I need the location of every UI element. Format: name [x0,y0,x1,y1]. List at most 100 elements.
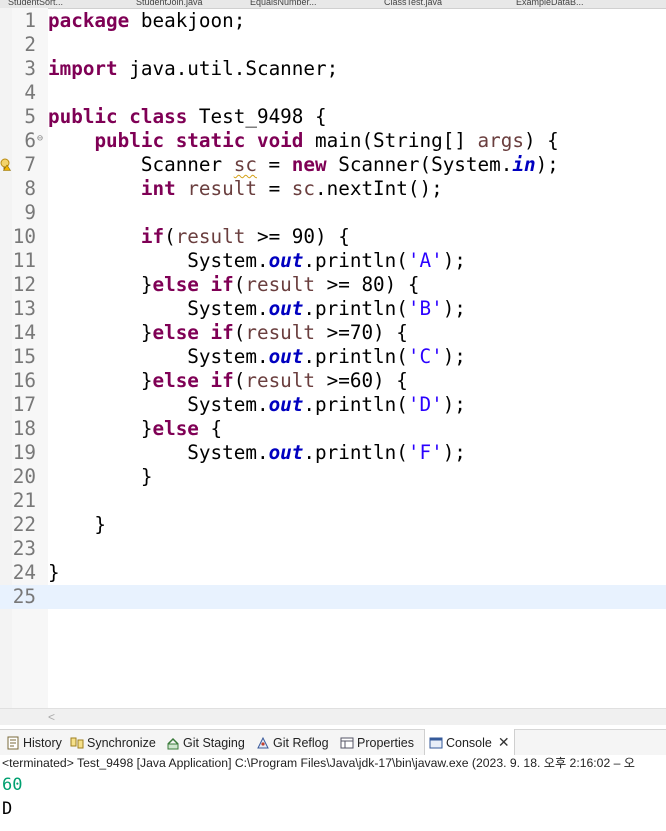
code-token: static [175,129,246,152]
synchronize-icon [70,736,87,750]
code-token: >= 90) { [245,225,350,248]
code-token: ); [442,393,466,416]
code-token: ); [535,153,559,176]
warning-lightbulb-icon[interactable] [0,158,11,171]
tab-properties[interactable]: Properties [340,730,414,756]
line-number: 18 [12,417,36,440]
tab-git-reflog[interactable]: Git Reflog [256,730,329,756]
fold-collapse-icon[interactable]: ⊖ [37,129,43,149]
tab-label: Git Reflog [273,736,329,750]
code-line[interactable]: 10 if(result >= 90) { [0,225,666,249]
line-number: 20 [12,465,36,488]
tab-git-staging[interactable]: Git Staging [166,730,245,756]
close-icon[interactable]: ✕ [498,729,510,755]
code-token: >= 80) { [315,273,420,296]
tab-console[interactable]: Console ✕ [424,729,515,756]
code-line[interactable]: 20 } [0,465,666,489]
code-token: = [256,153,292,176]
code-line[interactable]: 9 [0,201,666,225]
code-token: if [210,273,234,296]
code-line[interactable]: 12 }else if(result >= 80) { [0,273,666,297]
code-text: } [48,513,106,537]
line-number: 13 [12,297,36,320]
editor-tab[interactable]: StudentSort... [8,0,63,8]
code-line[interactable]: 7 Scanner sc = new Scanner(System.in); [0,153,666,177]
tab-history[interactable]: History [6,730,62,756]
code-token: beakjoon; [129,9,246,32]
code-line[interactable]: 17 System.out.println('D'); [0,393,666,417]
current-line[interactable]: 25 [0,585,666,609]
line-number: 24 [12,561,36,584]
code-line[interactable]: 16 }else if(result >=60) { [0,369,666,393]
code-line[interactable]: 3 import java.util.Scanner; [0,57,666,81]
tab-label: Console [446,736,492,750]
code-line[interactable]: 24} [0,561,666,585]
code-token: ); [442,345,466,368]
code-token: public [94,129,165,152]
horizontal-scrollbar[interactable]: < [0,708,666,725]
code-token: result [175,225,246,248]
code-line[interactable]: 18 }else { [0,417,666,441]
code-text: public static void main(String[] args) { [48,129,558,153]
code-token: out [268,249,304,272]
code-text: System.out.println('C'); [48,345,466,369]
code-text: package beakjoon; [48,9,245,33]
code-line[interactable]: 21 [0,489,666,513]
code-line[interactable]: 22 } [0,513,666,537]
code-token: result [187,177,257,200]
code-token: else [152,369,199,392]
code-token: class [129,105,188,128]
code-line[interactable]: 2 [0,33,666,57]
code-line[interactable]: 15 System.out.println('C'); [0,345,666,369]
code-token: .println( [303,249,408,272]
line-number: 10 [12,225,36,248]
scroll-left-icon[interactable]: < [48,709,55,725]
git-reflog-icon [256,736,273,750]
code-editor[interactable]: StudentSort... StudentJoin.java EqualsNumb… [0,0,666,708]
line-number: 2 [24,33,36,56]
code-line[interactable]: 6 ⊖ public static void main(String[] args… [0,129,666,153]
console-view[interactable]: <terminated> Test_9498 [Java Application… [0,755,666,831]
editor-tab[interactable]: ClassTest.java [384,0,442,8]
properties-icon [340,736,357,750]
code-token: ); [442,297,466,320]
code-token: System. [48,441,269,464]
console-status-line: <terminated> Test_9498 [Java Application… [2,756,635,770]
code-line[interactable]: 23 [0,537,666,561]
code-line[interactable]: 19 System.out.println('F'); [0,441,666,465]
code-text: }else if(result >=60) { [48,369,408,393]
code-line[interactable]: 5 public class Test_9498 { [0,105,666,129]
code-token: sc [233,153,257,176]
code-token: import [48,57,118,80]
editor-tab[interactable]: ExampleDataB... [516,0,584,8]
code-token: Test_9498 { [187,105,327,128]
code-token: { [198,417,223,440]
code-token: out [268,393,304,416]
code-token: ( [164,225,176,248]
code-text: System.out.println('A'); [48,249,466,273]
line-number: 22 [12,513,36,536]
code-token: else [152,321,199,344]
editor-tab[interactable]: EqualsNumber... [250,0,317,8]
code-text: System.out.println('F'); [48,441,466,465]
code-line[interactable]: 1 package beakjoon; [0,9,666,33]
editor-tab[interactable]: StudentJoin.java [136,0,203,8]
code-token: } [48,465,153,488]
code-line[interactable]: 4 [0,81,666,105]
code-line[interactable]: 13 System.out.println('B'); [0,297,666,321]
code-line[interactable]: 14 }else if(result >=70) { [0,321,666,345]
code-token: args [477,129,524,152]
code-token: in [512,153,536,176]
code-line[interactable]: 8 int result = sc.nextInt(); [0,177,666,201]
code-token: } [48,513,107,536]
tab-label: History [23,736,62,750]
tab-synchronize[interactable]: Synchronize [70,730,156,756]
code-token: >=70) { [315,321,408,344]
code-token: result [245,273,316,296]
line-number: 17 [12,393,36,416]
code-token: 'D' [407,393,443,416]
code-line[interactable]: 11 System.out.println('A'); [0,249,666,273]
